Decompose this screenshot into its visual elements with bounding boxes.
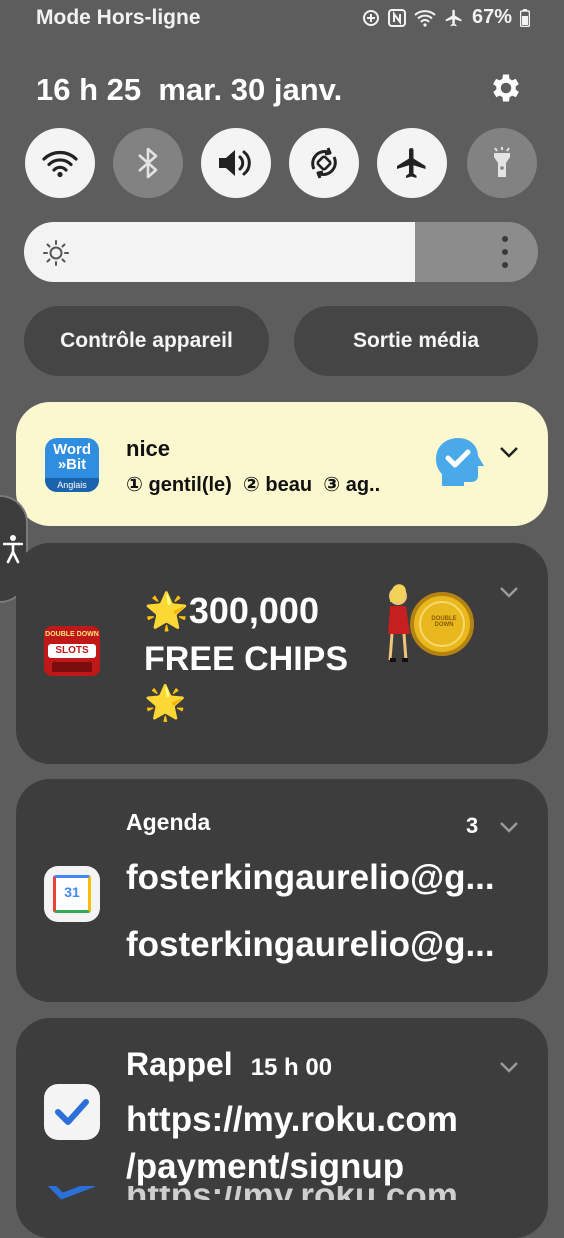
device-control-button[interactable]: Contrôle appareil — [24, 306, 269, 376]
expand-chevron-icon[interactable] — [498, 1060, 520, 1074]
coin-label: DOUBLE DOWN — [431, 616, 457, 628]
agenda-line-1: fosterkingaurelio@g... — [126, 858, 495, 897]
settings-gear-icon[interactable] — [488, 70, 524, 106]
doubledown-app-icon: DOUBLE DOWN SLOTS — [44, 626, 100, 676]
reminder-app-icon — [44, 1084, 100, 1140]
wifi-icon — [42, 151, 78, 178]
expand-chevron-icon[interactable] — [498, 445, 520, 459]
airplane-status-icon — [445, 9, 462, 26]
date-text: mar. 30 janv. — [158, 72, 343, 107]
nfc-icon — [387, 8, 406, 27]
reminder-line-1: https://my.roku.com — [126, 1100, 458, 1139]
brightness-more-options-icon[interactable] — [498, 236, 512, 268]
clock-time: 16 h 25 — [36, 72, 142, 107]
flashlight-icon — [494, 147, 510, 177]
sound-toggle[interactable] — [201, 128, 271, 198]
google-calendar-icon: 31 — [44, 866, 100, 922]
expand-chevron-icon[interactable] — [498, 820, 520, 834]
bluetooth-icon — [138, 147, 158, 179]
wifi-status-icon — [414, 9, 436, 27]
reminder-time: 15 h 00 — [250, 1054, 333, 1081]
reminder-title: Rappel — [126, 1046, 233, 1082]
data-saver-icon — [362, 9, 379, 26]
notification-title: nice — [126, 436, 171, 461]
status-bar-icons: 67% — [362, 6, 530, 29]
battery-percent: 67% — [471, 6, 512, 28]
header-datetime: 16 h 25 mar. 30 janv. — [36, 72, 342, 108]
rotate-icon — [311, 147, 337, 179]
star-emoji: 🌟 — [144, 684, 187, 722]
wordbit-app-icon: Word »Bit Anglais — [45, 438, 99, 492]
notification-body: ① gentil(le) ② beau ③ ag.. — [126, 474, 381, 496]
checkmark-icon — [47, 1186, 96, 1200]
brightness-slider[interactable] — [24, 222, 538, 282]
promo-line-2: FREE CHIPS — [144, 640, 349, 678]
status-bar-carrier: Mode Hors-ligne — [36, 6, 201, 29]
checkmark-icon — [55, 1099, 89, 1125]
agenda-line-2: fosterkingaurelio@g... — [126, 925, 495, 964]
wifi-toggle[interactable] — [25, 128, 95, 198]
promo-line-1: 🌟300,000 — [144, 590, 319, 631]
flashlight-toggle[interactable] — [467, 128, 537, 198]
reminder-header: Rappel 15 h 00 — [126, 1046, 332, 1083]
expand-chevron-icon[interactable] — [498, 585, 520, 599]
next-notification-peek: https://my.roku.com — [0, 1186, 564, 1200]
agenda-app-name: Agenda — [126, 809, 211, 835]
notification-count-badge: 3 — [466, 813, 479, 838]
airplane-mode-toggle[interactable] — [377, 128, 447, 198]
brightness-sun-icon — [43, 240, 69, 266]
star-emoji: 🌟 — [144, 590, 189, 631]
head-check-icon — [436, 438, 484, 486]
battery-icon — [520, 8, 530, 27]
airplane-icon — [397, 148, 426, 178]
reminder-line-2: /payment/signup — [126, 1147, 405, 1186]
brightness-fill — [24, 222, 415, 282]
volume-icon — [219, 150, 251, 176]
bluetooth-toggle[interactable] — [113, 128, 183, 198]
auto-rotate-toggle[interactable] — [289, 128, 359, 198]
media-output-button[interactable]: Sortie média — [294, 306, 538, 376]
